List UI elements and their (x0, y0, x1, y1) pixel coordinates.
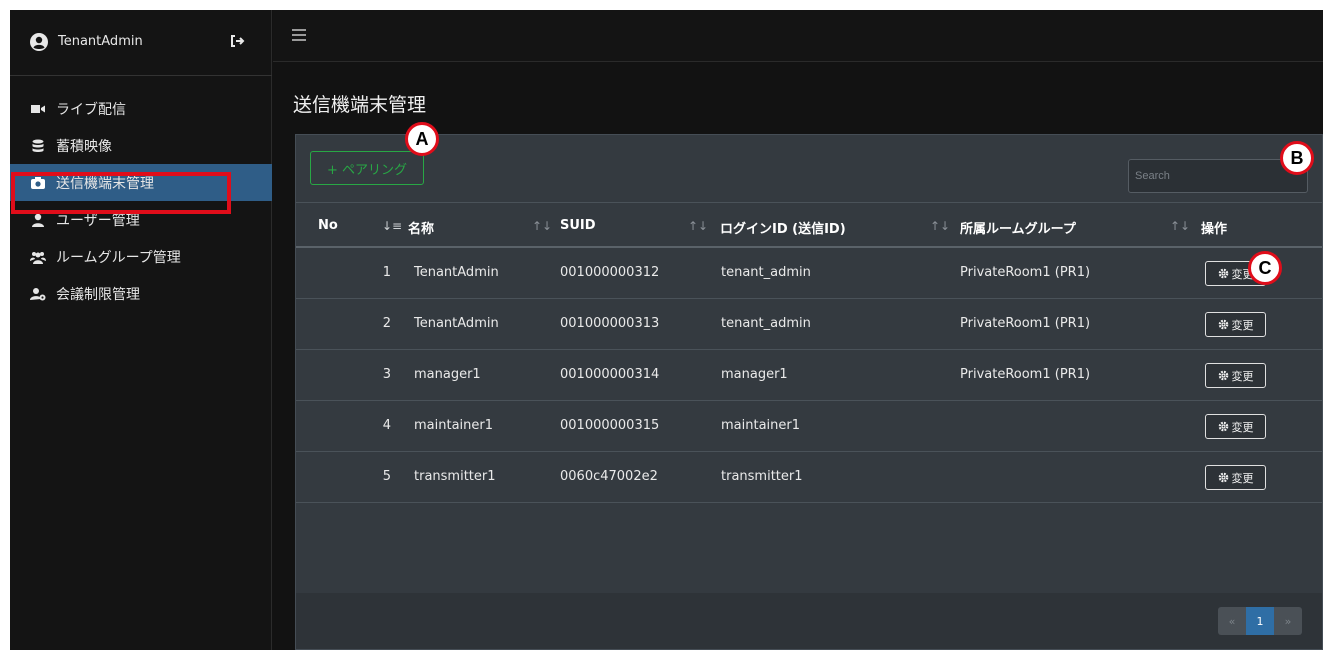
sidebar-item-room-groups[interactable]: ルームグループ管理 (10, 238, 272, 275)
pagination-page-button[interactable]: 1 (1246, 607, 1274, 635)
pagination-next-button[interactable]: » (1274, 607, 1302, 635)
table-footer: « 1 » (296, 593, 1322, 649)
sidebar-item-label: ライブ配信 (56, 101, 126, 118)
column-header-name[interactable]: 名称 (408, 218, 434, 237)
table-row: 3 manager1 001000000314 manager1 Private… (296, 350, 1322, 401)
cell-login-id: maintainer1 (721, 418, 801, 433)
cell-name: transmitter1 (414, 469, 496, 484)
table-row: 4 maintainer1 001000000315 maintainer1 変… (296, 401, 1322, 452)
table-row: 2 TenantAdmin 001000000313 tenant_admin … (296, 299, 1322, 350)
edit-button-label: 変更 (1231, 420, 1254, 434)
sidebar-item-recorded[interactable]: 蓄積映像 (10, 127, 272, 164)
cell-room-group: PrivateRoom1 (PR1) (960, 316, 1091, 331)
database-icon (32, 139, 44, 152)
hamburger-menu-icon[interactable] (292, 29, 306, 41)
column-header-action: 操作 (1201, 222, 1228, 237)
cell-login-id: manager1 (721, 367, 788, 382)
callout-marker-b: B (1280, 141, 1314, 175)
sort-asc-icon[interactable]: ↓≡ (382, 219, 402, 233)
gear-icon (1218, 421, 1228, 432)
callout-marker-c: C (1248, 251, 1282, 285)
cell-room-group: PrivateRoom1 (PR1) (960, 265, 1091, 280)
sort-icon[interactable]: ↑↓ (532, 219, 552, 233)
table-row: 5 transmitter1 0060c47002e2 transmitter1… (296, 452, 1322, 503)
cell-name: maintainer1 (414, 418, 494, 433)
gear-icon (1218, 370, 1228, 381)
sidebar-item-live[interactable]: ライブ配信 (10, 90, 272, 127)
sidebar: TenantAdmin ライブ配信 蓄積映像 送信機端末管理 ユーザー管理 ルー… (10, 10, 272, 650)
cell-suid: 001000000315 (560, 418, 660, 433)
highlight-box (11, 172, 231, 214)
table-body: 1 TenantAdmin 001000000312 tenant_admin … (296, 248, 1322, 503)
edit-button-label: 変更 (1231, 318, 1254, 332)
user-row: TenantAdmin (10, 10, 272, 76)
sort-icon[interactable]: ↑↓ (930, 219, 950, 233)
sidebar-item-label: 蓄積映像 (56, 138, 112, 155)
cell-no: 4 (382, 418, 391, 433)
pairing-button[interactable]: + ペアリング (310, 151, 424, 185)
users-icon (30, 251, 46, 264)
cell-no: 2 (382, 316, 391, 331)
sort-icon[interactable]: ↑↓ (1170, 219, 1190, 233)
pagination: « 1 » (1218, 607, 1302, 635)
cell-suid: 001000000314 (560, 367, 660, 382)
cell-name: manager1 (414, 367, 481, 382)
table-header: No ↓≡ 名称 ↑↓ SUID ↑↓ ログインID (送信ID) ↑↓ 所属ル… (296, 202, 1322, 248)
sidebar-item-label: 会議制限管理 (56, 286, 140, 303)
edit-button-label: 変更 (1231, 369, 1254, 383)
cell-suid: 0060c47002e2 (560, 469, 658, 484)
user-settings-icon (30, 287, 46, 300)
topbar (273, 10, 1323, 62)
callout-marker-a: A (405, 122, 439, 156)
cell-room-group: PrivateRoom1 (PR1) (960, 367, 1091, 382)
cell-name: TenantAdmin (414, 265, 499, 280)
cell-no: 5 (382, 469, 391, 484)
app-window: TenantAdmin ライブ配信 蓄積映像 送信機端末管理 ユーザー管理 ルー… (10, 10, 1323, 650)
column-header-login-id[interactable]: ログインID (送信ID) (720, 218, 846, 237)
gear-icon (1218, 472, 1228, 483)
video-camera-icon (31, 104, 45, 113)
cell-suid: 001000000313 (560, 316, 660, 331)
sidebar-item-label: ルームグループ管理 (56, 249, 181, 266)
column-header-suid[interactable]: SUID (560, 218, 596, 233)
cell-login-id: tenant_admin (721, 265, 811, 280)
pagination-prev-button[interactable]: « (1218, 607, 1246, 635)
cell-no: 3 (382, 367, 391, 382)
table-row: 1 TenantAdmin 001000000312 tenant_admin … (296, 248, 1322, 299)
cell-name: TenantAdmin (414, 316, 499, 331)
cell-login-id: tenant_admin (721, 316, 811, 331)
gear-icon (1218, 319, 1228, 330)
device-table-card: + ペアリング No ↓≡ 名称 ↑↓ SUID ↑↓ ログインID (送信ID… (295, 134, 1323, 650)
edit-button[interactable]: 変更 (1205, 312, 1266, 337)
user-circle-icon (30, 33, 48, 51)
edit-button-label: 変更 (1231, 471, 1254, 485)
gear-icon (1218, 268, 1228, 279)
column-header-no[interactable]: No (318, 218, 338, 233)
sort-icon[interactable]: ↑↓ (688, 219, 708, 233)
sidebar-item-meeting-limits[interactable]: 会議制限管理 (10, 275, 272, 312)
logout-icon[interactable] (229, 33, 245, 49)
column-header-room-group[interactable]: 所属ルームグループ (960, 218, 1076, 237)
edit-button[interactable]: 変更 (1205, 414, 1266, 439)
user-name: TenantAdmin (58, 34, 143, 49)
page-title: 送信機端末管理 (293, 94, 427, 116)
cell-suid: 001000000312 (560, 265, 660, 280)
cell-login-id: transmitter1 (721, 469, 803, 484)
cell-no: 1 (382, 265, 391, 280)
edit-button[interactable]: 変更 (1205, 363, 1266, 388)
edit-button[interactable]: 変更 (1205, 465, 1266, 490)
